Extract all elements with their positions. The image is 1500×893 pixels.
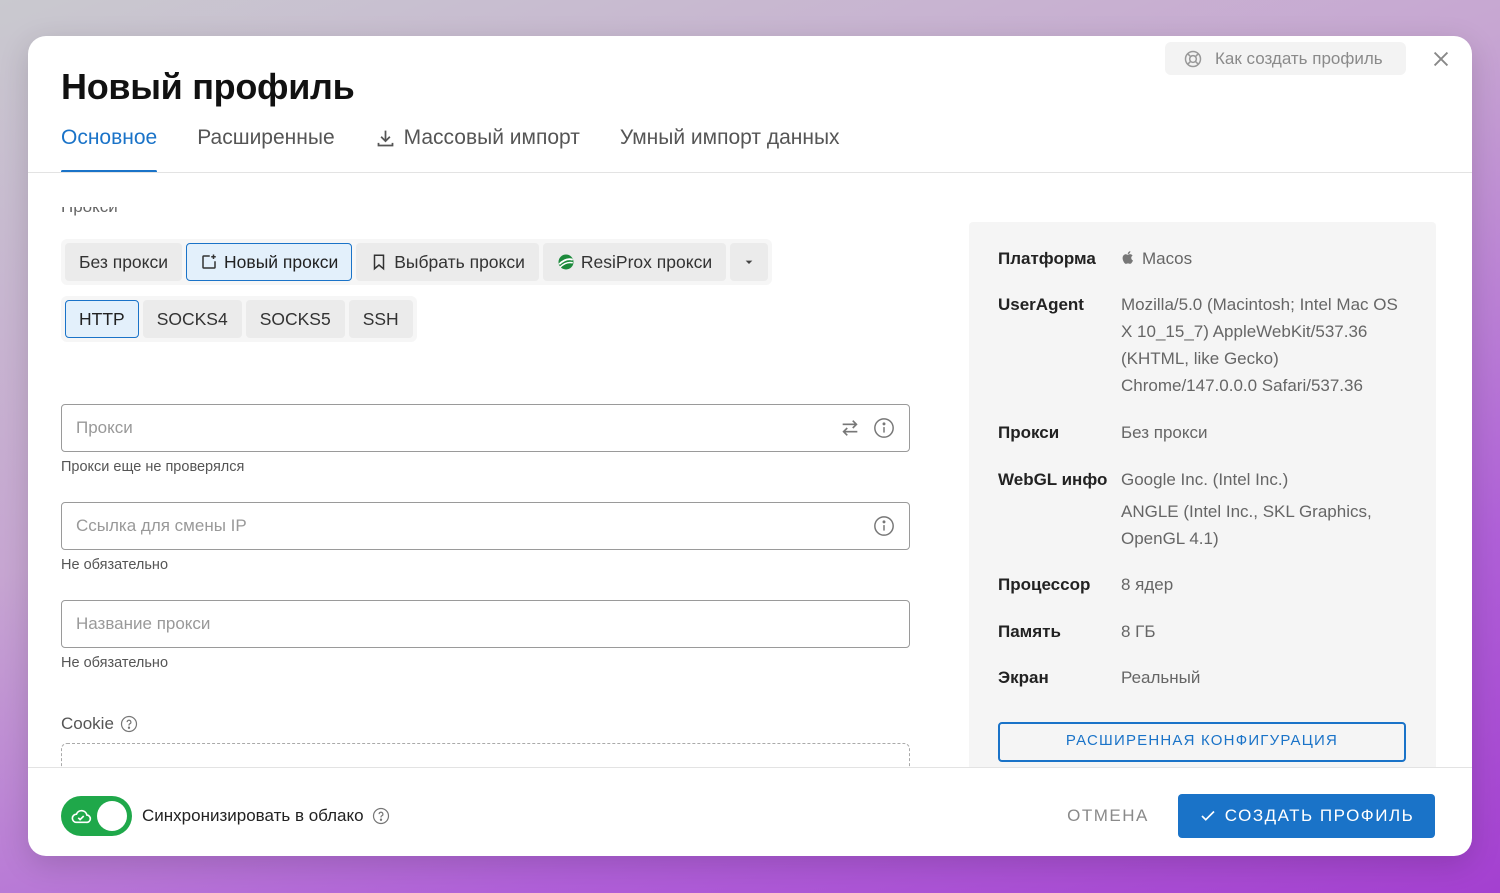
proxy-mode-select-label: Выбрать прокси (394, 251, 525, 272)
proxy-type-socks4-label: SOCKS4 (156, 308, 228, 329)
proxy-mode-none[interactable]: Без прокси (65, 243, 183, 281)
proxy-type-selector: HTTP SOCKS4 SOCKS5 SSH (61, 296, 417, 342)
advanced-config-button[interactable]: РАСШИРЕННАЯ КОНФИГУРАЦИЯ (998, 722, 1406, 762)
proxy-name-field (61, 600, 910, 648)
proxy-input[interactable] (76, 418, 827, 438)
proxy-type-ssh[interactable]: SSH (348, 300, 413, 338)
summary-row-screen: Экран Реальный (998, 664, 1411, 691)
cloud-sync-label: Синхронизировать в облако (142, 806, 390, 826)
summary-row-proxy: Прокси Без прокси (998, 419, 1411, 446)
question-icon[interactable] (372, 807, 390, 825)
summary-row-cpu: Процессор 8 ядер (998, 571, 1411, 598)
bookmark-icon (374, 254, 385, 271)
summary-key: Прокси (998, 423, 1060, 442)
caret-down-icon (745, 260, 753, 264)
tab-advanced-label: Расширенные (197, 126, 335, 149)
check-icon (1201, 810, 1215, 821)
resiprox-logo-icon (558, 254, 574, 270)
new-profile-dialog: Новый профиль Как создать профиль Основн… (28, 36, 1472, 856)
cookie-dropzone[interactable] (61, 743, 910, 767)
proxy-type-http[interactable]: HTTP (65, 300, 139, 338)
tab-bulk-import-label: Массовый импорт (403, 126, 580, 149)
proxy-mode-selector: Без прокси Новый прокси Выбрать прокси R… (61, 239, 773, 285)
useragent-value: Mozilla/5.0 (Macintosh; Intel Mac OS X 1… (1121, 295, 1398, 395)
proxy-mode-resiprox-label: ResiProx прокси (580, 251, 713, 272)
proxy-name-helper: Не обязательно (61, 655, 169, 671)
summary-row-webgl: WebGL инфо Google Inc. (Intel Inc.) ANGL… (998, 466, 1411, 552)
tab-main-label: Основное (61, 126, 158, 149)
summary-row-platform: Платформа Macos (998, 245, 1411, 272)
proxy-mode-select[interactable]: Выбрать прокси (356, 243, 539, 281)
cookie-label: Cookie (61, 714, 138, 734)
profile-summary-panel: Платформа Macos UserAgent Mozilla/5.0 (M… (969, 222, 1436, 767)
proxy-type-socks5[interactable]: SOCKS5 (245, 300, 345, 338)
info-icon[interactable] (873, 515, 895, 537)
webgl-vendor: Google Inc. (Intel Inc.) (1121, 470, 1289, 489)
download-icon (377, 130, 394, 147)
summary-key: Экран (998, 668, 1049, 687)
tab-smart-import[interactable]: Умный импорт данных (620, 126, 840, 173)
webgl-value: Google Inc. (Intel Inc.) ANGLE (Intel In… (1121, 466, 1411, 552)
proxy-mode-new[interactable]: Новый прокси (186, 243, 353, 281)
proxy-mode-more-button[interactable] (730, 243, 769, 281)
lifebuoy-icon (1184, 50, 1202, 67)
proxy-type-socks5-label: SOCKS5 (259, 308, 331, 329)
summary-key: UserAgent (998, 295, 1084, 314)
close-icon[interactable] (1430, 48, 1452, 70)
dialog-content[interactable]: Прокси Без прокси Новый прокси Выбрать п… (28, 173, 1472, 767)
change-ip-field (61, 502, 910, 550)
toggle-knob (97, 801, 127, 831)
tab-bulk-import[interactable]: Массовый импорт (375, 126, 580, 173)
summary-row-memory: Память 8 ГБ (998, 618, 1411, 645)
tab-bar: Основное Расширенные Массовый импорт Умн… (61, 126, 880, 173)
proxy-value: Без прокси (1121, 423, 1208, 442)
how-to-create-profile-link[interactable]: Как создать профиль (1165, 42, 1406, 75)
proxy-section-label: Прокси (61, 207, 118, 217)
change-ip-helper: Не обязательно (61, 557, 169, 573)
summary-key: WebGL инфо (998, 470, 1108, 489)
apple-icon (1122, 251, 1133, 264)
platform-value: Macos (1142, 249, 1193, 268)
cancel-button[interactable]: ОТМЕНА (1058, 794, 1158, 838)
proxy-name-input[interactable] (76, 614, 895, 634)
proxy-status-helper: Прокси еще не проверялся (61, 459, 245, 475)
dialog-title: Новый профиль (61, 66, 355, 107)
proxy-type-http-label: HTTP (79, 308, 125, 329)
proxy-mode-none-label: Без прокси (79, 251, 169, 272)
tab-main[interactable]: Основное (61, 126, 158, 173)
new-proxy-icon (202, 254, 216, 269)
webgl-renderer: ANGLE (Intel Inc., SKL Graphics, OpenGL … (1121, 502, 1372, 548)
proxy-input-field (61, 404, 910, 452)
summary-value: Macos (1121, 245, 1411, 272)
question-icon[interactable] (120, 715, 138, 733)
tab-smart-import-label: Умный импорт данных (619, 126, 840, 149)
tab-advanced[interactable]: Расширенные (197, 126, 334, 173)
change-ip-input[interactable] (76, 516, 861, 536)
info-icon[interactable] (873, 417, 895, 439)
summary-key: Платформа (998, 249, 1096, 268)
memory-value: 8 ГБ (1121, 622, 1156, 641)
proxy-type-socks4[interactable]: SOCKS4 (142, 300, 242, 338)
screen-value: Реальный (1121, 668, 1201, 687)
create-profile-label: СОЗДАТЬ ПРОФИЛЬ (1224, 806, 1415, 825)
summary-row-useragent: UserAgent Mozilla/5.0 (Macintosh; Intel … (998, 291, 1411, 399)
summary-key: Память (998, 622, 1061, 641)
create-profile-button[interactable]: СОЗДАТЬ ПРОФИЛЬ (1178, 794, 1435, 838)
cloud-sync-label-text: Синхронизировать в облако (142, 806, 364, 825)
swap-icon[interactable] (839, 417, 861, 439)
cookie-label-text: Cookie (61, 714, 114, 733)
proxy-mode-resiprox[interactable]: ResiProx прокси (542, 243, 727, 281)
cloud-sync-toggle[interactable] (61, 796, 132, 836)
cpu-value: 8 ядер (1121, 575, 1174, 594)
help-link-label: Как создать профиль (1215, 48, 1383, 68)
proxy-mode-new-label: Новый прокси (224, 251, 339, 272)
cloud-check-icon (71, 809, 92, 824)
summary-key: Процессор (998, 575, 1091, 594)
footer-divider (28, 767, 1472, 768)
proxy-type-ssh-label: SSH (362, 308, 399, 329)
